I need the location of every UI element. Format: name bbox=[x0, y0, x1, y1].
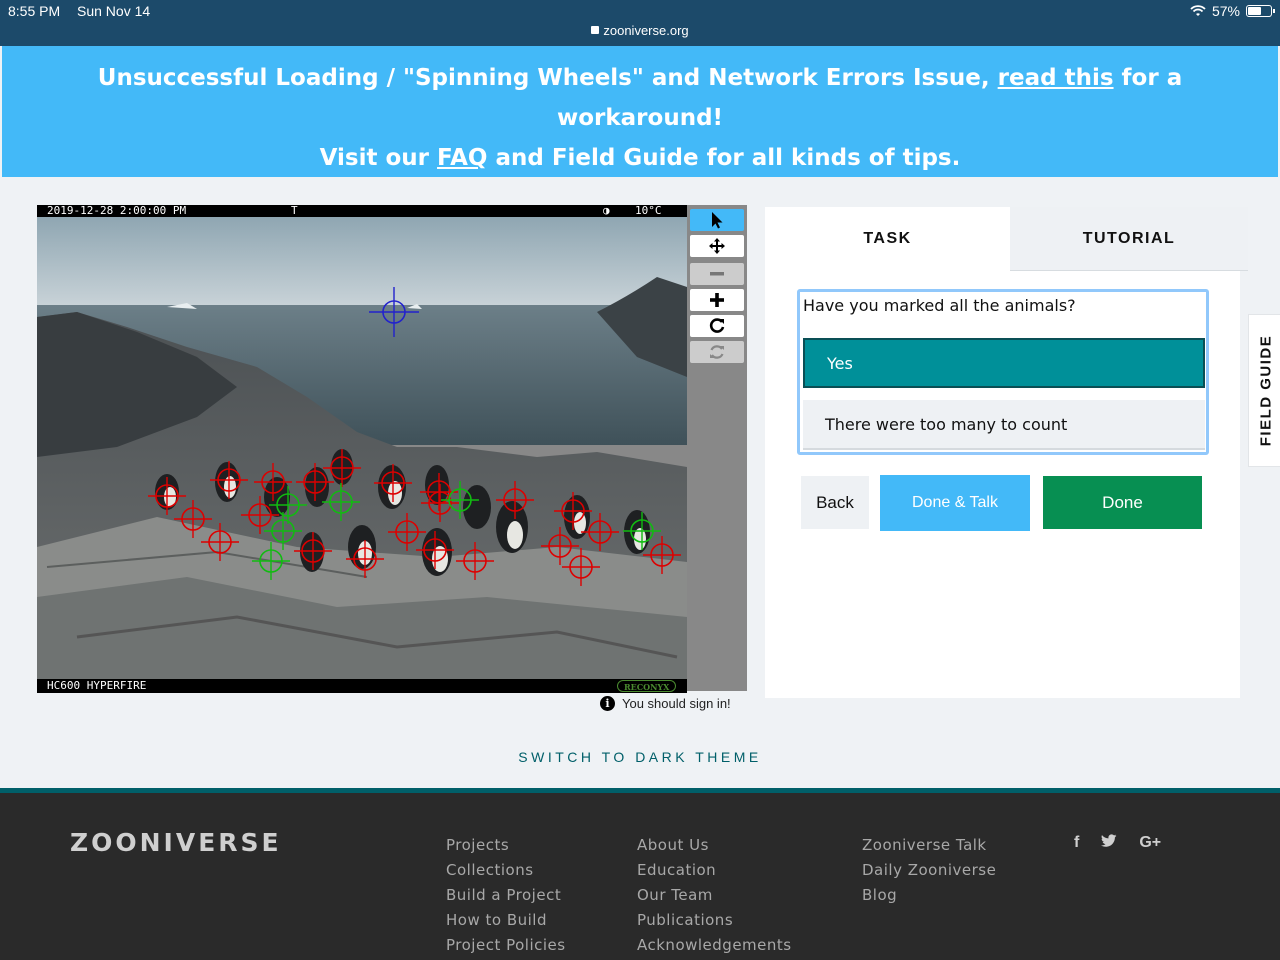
rotate-button[interactable] bbox=[690, 315, 744, 337]
subject-viewer: 2019-12-28 2:00:00 PM T ◑ 10°C HC600 HYP… bbox=[37, 205, 747, 693]
status-bar: 8:55 PM Sun Nov 14 zooniverse.org 57% bbox=[0, 0, 1280, 46]
zooniverse-logo[interactable]: ZOONIVERSE bbox=[70, 828, 282, 857]
footer-link[interactable]: Project Policies bbox=[446, 933, 566, 958]
camera-temperature: 10°C bbox=[635, 204, 662, 217]
reset-button[interactable] bbox=[690, 341, 744, 363]
footer-link[interactable]: Build a Project bbox=[446, 883, 566, 908]
camera-footer-bar: HC600 HYPERFIRE RECONYX bbox=[37, 679, 687, 693]
tab-task[interactable]: TASK bbox=[765, 207, 1010, 271]
lock-icon bbox=[591, 26, 600, 34]
site-footer: ZOONIVERSE Projects Collections Build a … bbox=[0, 788, 1280, 960]
field-guide-tab[interactable]: FIELD GUIDE bbox=[1248, 314, 1280, 467]
facebook-icon[interactable]: f bbox=[1074, 834, 1079, 852]
announcement-banner: Unsuccessful Loading / "Spinning Wheels"… bbox=[2, 46, 1278, 177]
sign-in-notice: i You should sign in! bbox=[600, 696, 731, 711]
wifi-icon bbox=[1190, 5, 1206, 16]
question-box: Have you marked all the animals? Yes The… bbox=[797, 289, 1209, 455]
footer-link[interactable]: How to Build bbox=[446, 908, 566, 933]
move-tool-button[interactable] bbox=[690, 235, 744, 257]
info-icon: i bbox=[600, 696, 615, 711]
cursor-icon bbox=[712, 212, 723, 229]
google-plus-icon[interactable]: G+ bbox=[1139, 834, 1161, 852]
task-panel: TASK TUTORIAL Have you marked all the an… bbox=[765, 207, 1248, 698]
subject-image[interactable] bbox=[37, 217, 687, 679]
field-guide-label: FIELD GUIDE bbox=[1257, 334, 1275, 447]
minus-icon bbox=[710, 272, 724, 276]
read-this-link[interactable]: read this bbox=[998, 65, 1114, 91]
penguin-scene bbox=[37, 217, 687, 679]
date: Sun Nov 14 bbox=[77, 3, 151, 19]
zoom-in-button[interactable] bbox=[690, 289, 744, 311]
viewer-toolbar bbox=[687, 205, 747, 691]
clock: 8:55 PM bbox=[8, 3, 61, 19]
sign-in-text: You should sign in! bbox=[622, 696, 731, 711]
twitter-icon[interactable] bbox=[1101, 834, 1117, 848]
switch-dark-theme-link[interactable]: SWITCH TO DARK THEME bbox=[0, 749, 1280, 765]
footer-link[interactable]: Blog bbox=[862, 883, 996, 908]
footer-link[interactable]: Daily Zooniverse bbox=[862, 858, 996, 883]
tab-tutorial[interactable]: TUTORIAL bbox=[1010, 207, 1248, 271]
plus-icon bbox=[710, 293, 724, 307]
footer-column-1: Projects Collections Build a Project How… bbox=[446, 833, 566, 958]
pointer-tool-button[interactable] bbox=[690, 209, 744, 231]
banner-line-1: Unsuccessful Loading / "Spinning Wheels"… bbox=[97, 65, 1183, 91]
footer-column-2: About Us Education Our Team Publications… bbox=[637, 833, 792, 958]
footer-column-3: Zooniverse Talk Daily Zooniverse Blog bbox=[862, 833, 996, 908]
done-and-talk-button[interactable]: Done & Talk bbox=[880, 475, 1030, 531]
footer-link[interactable]: Education bbox=[637, 858, 792, 883]
footer-link[interactable]: Publications bbox=[637, 908, 792, 933]
camera-model: HC600 HYPERFIRE bbox=[47, 679, 147, 692]
answer-yes[interactable]: Yes bbox=[803, 338, 1205, 388]
camera-datetime: 2019-12-28 2:00:00 PM bbox=[47, 204, 187, 217]
rotate-icon bbox=[709, 318, 725, 333]
camera-info-bar: 2019-12-28 2:00:00 PM T ◑ 10°C bbox=[37, 205, 687, 217]
camera-flag: T bbox=[291, 204, 298, 217]
answer-too-many[interactable]: There were too many to count bbox=[803, 400, 1205, 450]
footer-link[interactable]: Zooniverse Talk bbox=[862, 833, 996, 858]
url-text: zooniverse.org bbox=[603, 23, 689, 38]
battery-percent: 57% bbox=[1211, 3, 1240, 19]
banner-line-3: Visit our FAQ and Field Guide for all ki… bbox=[319, 145, 961, 171]
footer-link[interactable]: About Us bbox=[637, 833, 792, 858]
address-bar[interactable]: zooniverse.org bbox=[0, 23, 1280, 38]
back-button[interactable]: Back bbox=[801, 476, 869, 529]
refresh-icon bbox=[710, 345, 724, 359]
done-button[interactable]: Done bbox=[1043, 476, 1202, 529]
banner-line-2: workaround! bbox=[556, 105, 724, 131]
zoom-out-button[interactable] bbox=[690, 263, 744, 285]
social-links: f G+ bbox=[1074, 834, 1161, 852]
reconyx-logo: RECONYX bbox=[617, 680, 677, 692]
footer-link[interactable]: Collections bbox=[446, 858, 566, 883]
footer-link[interactable]: Acknowledgements bbox=[637, 933, 792, 958]
faq-link[interactable]: FAQ bbox=[437, 145, 487, 171]
battery-icon bbox=[1246, 5, 1275, 17]
status-right: 57% bbox=[1190, 3, 1275, 19]
footer-link[interactable]: Our Team bbox=[637, 883, 792, 908]
moon-phase-icon: ◑ bbox=[603, 204, 610, 217]
move-icon bbox=[709, 238, 725, 254]
question-text: Have you marked all the animals? bbox=[803, 296, 1076, 315]
footer-link[interactable]: Projects bbox=[446, 833, 566, 858]
